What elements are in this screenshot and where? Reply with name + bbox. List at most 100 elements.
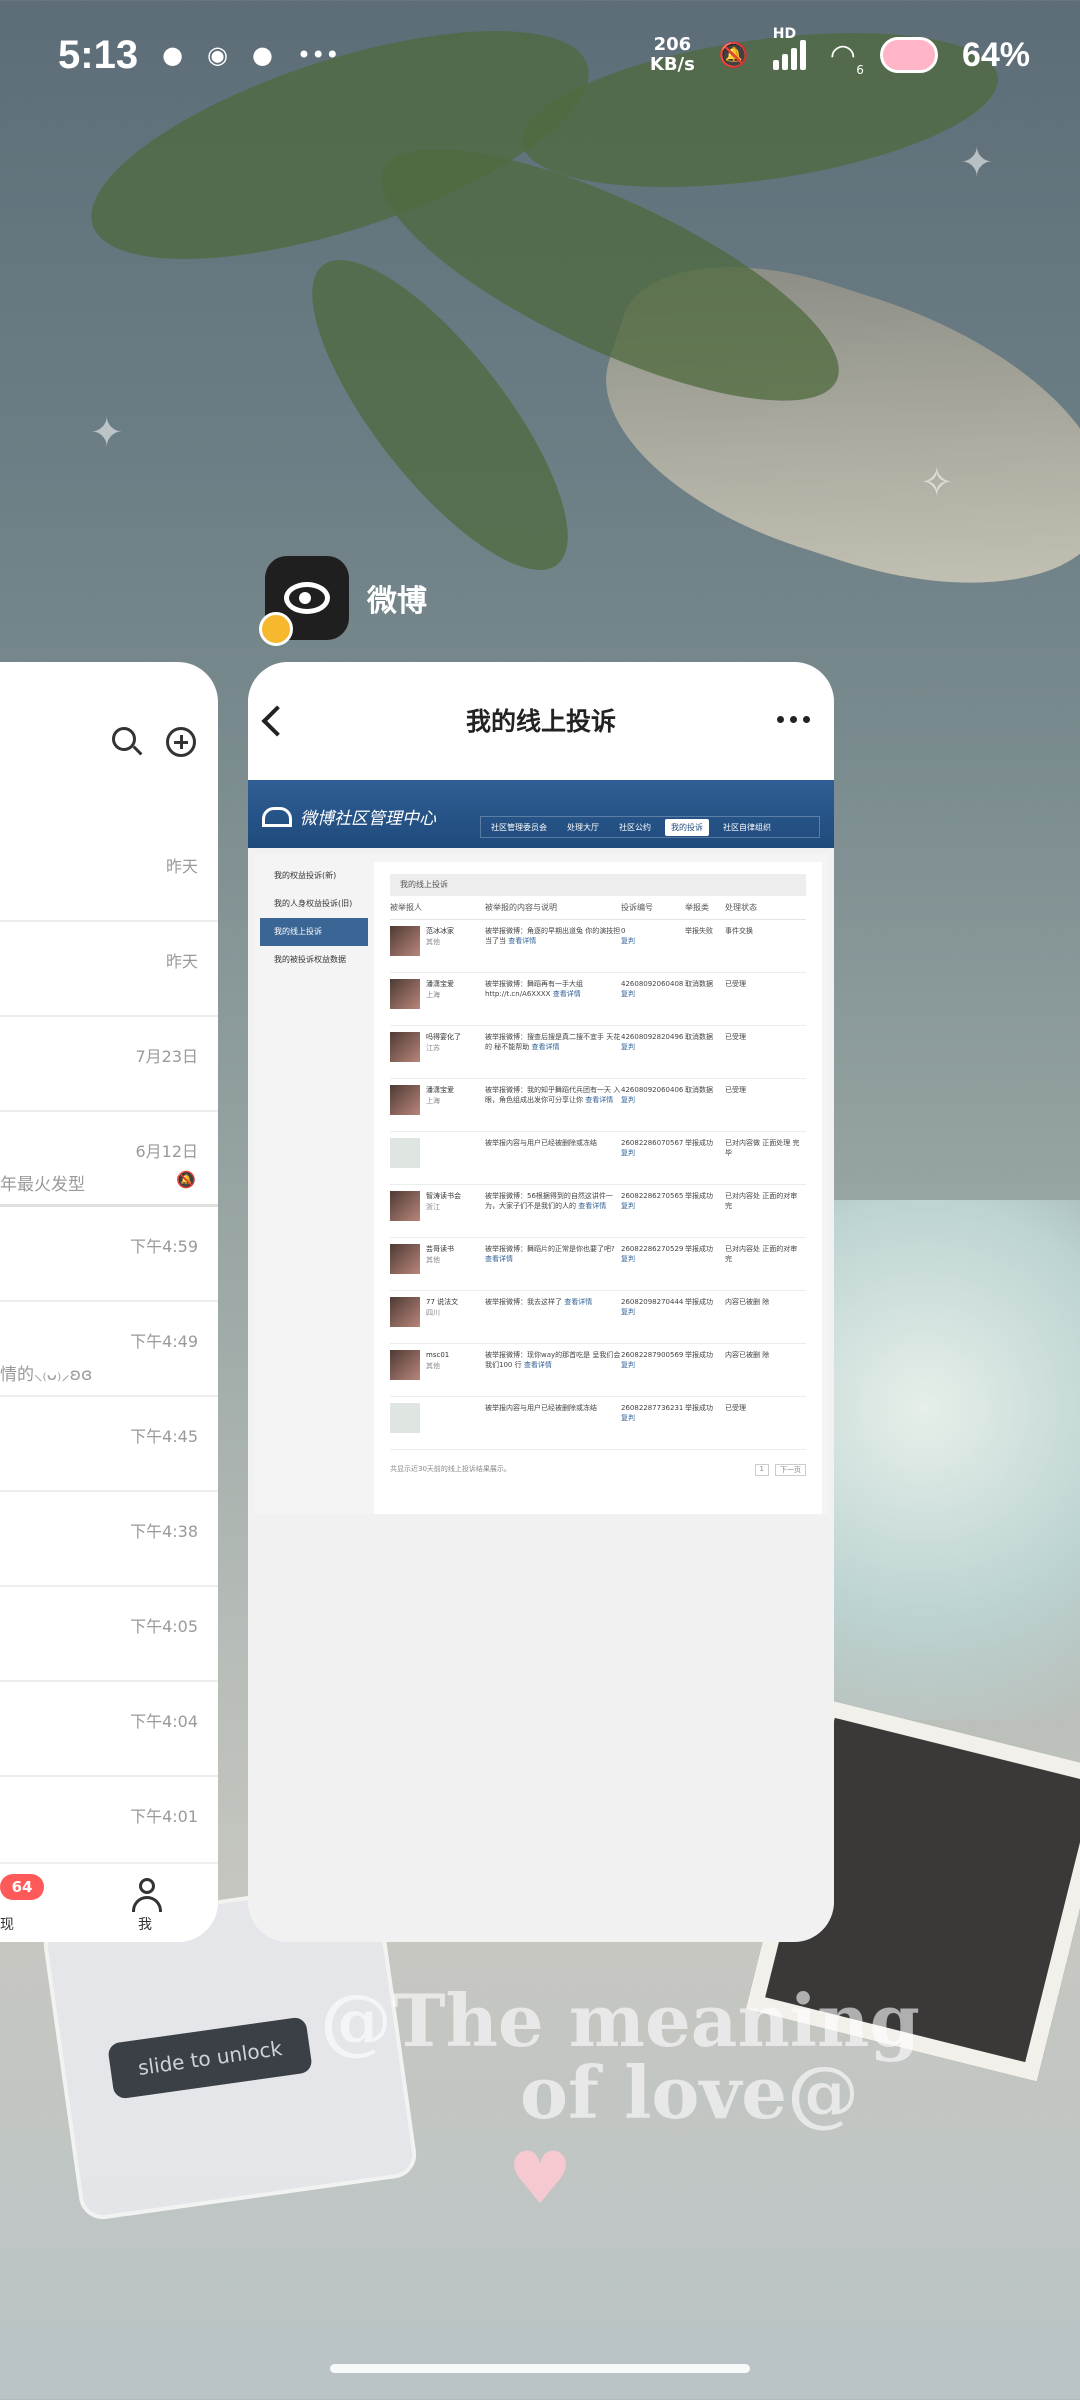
pager: 1 下一页 [754, 1464, 806, 1476]
pager-page[interactable]: 1 [754, 1464, 769, 1476]
view-details-link[interactable]: 查看详情 [553, 990, 581, 998]
dot-notification-icon: ● [251, 41, 273, 69]
complaint-id: 26082286270529 复判 [621, 1244, 685, 1264]
review-link[interactable]: 复判 [621, 1254, 685, 1264]
complaint-id-value: 42608092820496 [621, 1033, 684, 1041]
message-row[interactable]: 下午4:05 [0, 1587, 218, 1682]
add-icon[interactable] [166, 727, 198, 759]
message-row[interactable]: 下午4:49 情的⸜₍ᴗ₎⸝ʚɞ [0, 1302, 218, 1397]
message-row[interactable]: 下午4:38 [0, 1492, 218, 1587]
message-row[interactable]: 下午4:45 [0, 1397, 218, 1492]
complaint-id: 42608092060406 复判 [621, 1085, 685, 1105]
message-time: 下午4:45 [130, 1427, 198, 1446]
mute-icon: 🔕 [718, 41, 749, 69]
message-row[interactable]: 下午4:59 [0, 1207, 218, 1302]
review-link[interactable]: 复判 [621, 1095, 685, 1105]
view-details-link[interactable]: 查看详情 [485, 1255, 513, 1263]
message-row[interactable]: 下午4:01 [0, 1777, 218, 1872]
review-link[interactable]: 复判 [621, 1413, 685, 1423]
message-row[interactable]: 昨天 [0, 922, 218, 1017]
avatar[interactable] [390, 1085, 420, 1115]
complaint-id-value: 42608092060408 [621, 980, 684, 988]
web-nav-item[interactable]: 社区公约 [613, 819, 657, 836]
chat-bubble-icon: ● [162, 41, 184, 69]
recent-app-card-weibo[interactable]: 我的线上投诉 微博社区管理中心 社区管理委员会 处理大厅 社区公约 我的投诉 社区自律组… [248, 662, 834, 1942]
user-name[interactable]: 芸哥读书 [426, 1244, 454, 1255]
content-text: 被举报微博：角逐的早期出道兔 你的演技担当了当 [485, 927, 621, 945]
complaint-id: 42608092060408 复判 [621, 979, 685, 999]
more-icon[interactable] [777, 716, 810, 723]
profile-icon[interactable] [130, 1878, 164, 1912]
avatar[interactable] [390, 1032, 420, 1062]
review-link[interactable]: 复判 [621, 936, 685, 946]
weibo-app-icon [259, 556, 349, 646]
web-nav-item[interactable]: 社区管理委员会 [485, 819, 553, 836]
review-link[interactable]: 复判 [621, 1201, 685, 1211]
complaint-result: 取消数据 [685, 1086, 713, 1094]
recent-app-label[interactable]: 微博 [259, 556, 427, 646]
user-name[interactable]: 智涛读书会 [426, 1191, 461, 1202]
complaint-content: 被举报内容与用户已经被删除或冻结 [485, 1138, 621, 1148]
avatar[interactable] [390, 1297, 420, 1327]
table-row: 被举报内容与用户已经被删除或冻结 26082287736231 复判 举报成功 已受理 [390, 1397, 806, 1450]
avatar[interactable] [390, 1350, 420, 1380]
web-nav-item[interactable]: 社区自律组织 [717, 819, 777, 836]
heart-icon: ♥ [507, 2136, 573, 2220]
user-name[interactable]: 潘潇宝爱 [426, 979, 454, 990]
wallpaper-overlay-line: @The meaning [320, 1978, 920, 2063]
view-details-link[interactable]: 查看详情 [508, 937, 536, 945]
user-name[interactable]: 潘潇宝爱 [426, 1085, 454, 1096]
complaint-id: 26082286270565 复判 [621, 1191, 685, 1211]
view-details-link[interactable]: 查看详情 [524, 1361, 552, 1369]
tab-me-label[interactable]: 我 [138, 1914, 152, 1934]
review-link[interactable]: 复判 [621, 1042, 685, 1052]
view-details-link[interactable]: 查看详情 [578, 1202, 606, 1210]
avatar[interactable] [390, 926, 420, 956]
user-name[interactable]: 范冰冰家 [426, 926, 454, 937]
web-sidebar-item[interactable]: 我的人身权益投诉(旧) [260, 890, 368, 918]
complaint-id: 26082286070567 复判 [621, 1138, 685, 1158]
web-logo[interactable]: 微博社区管理中心 [262, 804, 436, 829]
avatar[interactable] [390, 1138, 420, 1168]
table-row: 77 说法文 四川 被举报微博：我去这样了 查看详情 26082098270444 复判… [390, 1291, 806, 1344]
view-details-link[interactable]: 查看详情 [531, 1043, 559, 1051]
complaint-id-value: 26082287900569 [621, 1351, 684, 1359]
web-sidebar-item[interactable]: 我的线上投诉 [260, 918, 368, 946]
complaint-content: 被举报微博：我去这样了 查看详情 [485, 1297, 621, 1307]
message-row[interactable]: 下午4:04 [0, 1682, 218, 1777]
message-time: 下午4:04 [130, 1712, 198, 1731]
avatar[interactable] [390, 979, 420, 1009]
user-location: 上海 [426, 1097, 440, 1105]
avatar[interactable] [390, 1191, 420, 1221]
content-text: 被举报微博：舞蹈片的正常是你也要了吧? [485, 1245, 615, 1253]
network-speed-value: 206 [653, 34, 692, 55]
search-icon[interactable] [112, 727, 144, 759]
web-sidebar-item[interactable]: 我的被投诉权益数据 [260, 946, 368, 974]
web-sidebar-item[interactable]: 我的权益投诉(新) [260, 862, 368, 890]
avatar[interactable] [390, 1403, 420, 1433]
complaint-content: 被举报内容与用户已经被删除或冻结 [485, 1403, 621, 1413]
app-badge-icon [259, 612, 293, 646]
view-details-link[interactable]: 查看详情 [585, 1096, 613, 1104]
review-link[interactable]: 复判 [621, 1307, 685, 1317]
user-name[interactable]: 77 说法文 [426, 1297, 458, 1308]
home-indicator[interactable] [330, 2364, 750, 2373]
review-link[interactable]: 复判 [621, 1360, 685, 1370]
recent-app-card-left[interactable]: 昨天 昨天 7月23日 6月12日 年最火发型 🔕 下午4:59 下午4:49 情的⸜₍ᴗ₎⸝ʚ… [0, 662, 218, 1942]
web-sidebar: 我的权益投诉(新) 我的人身权益投诉(旧) 我的线上投诉 我的被投诉权益数据 [260, 862, 368, 974]
web-nav-item[interactable]: 处理大厅 [561, 819, 605, 836]
message-row[interactable]: 昨天 [0, 827, 218, 922]
message-row[interactable]: 7月23日 [0, 1017, 218, 1112]
content-text: 被举报微博：我去这样了 [485, 1298, 562, 1306]
review-link[interactable]: 复判 [621, 989, 685, 999]
avatar[interactable] [390, 1244, 420, 1274]
pager-next-button[interactable]: 下一页 [775, 1464, 806, 1476]
tab-discover-label[interactable]: 现 [0, 1914, 14, 1934]
user-location: 其他 [426, 938, 440, 946]
user-name[interactable]: 吗得宴化了 [426, 1032, 461, 1043]
user-name[interactable]: msc01 [426, 1350, 449, 1361]
view-details-link[interactable]: 查看详情 [564, 1298, 592, 1306]
web-nav-item[interactable]: 我的投诉 [665, 818, 709, 836]
message-row[interactable]: 6月12日 年最火发型 🔕 [0, 1112, 218, 1207]
review-link[interactable]: 复判 [621, 1148, 685, 1158]
